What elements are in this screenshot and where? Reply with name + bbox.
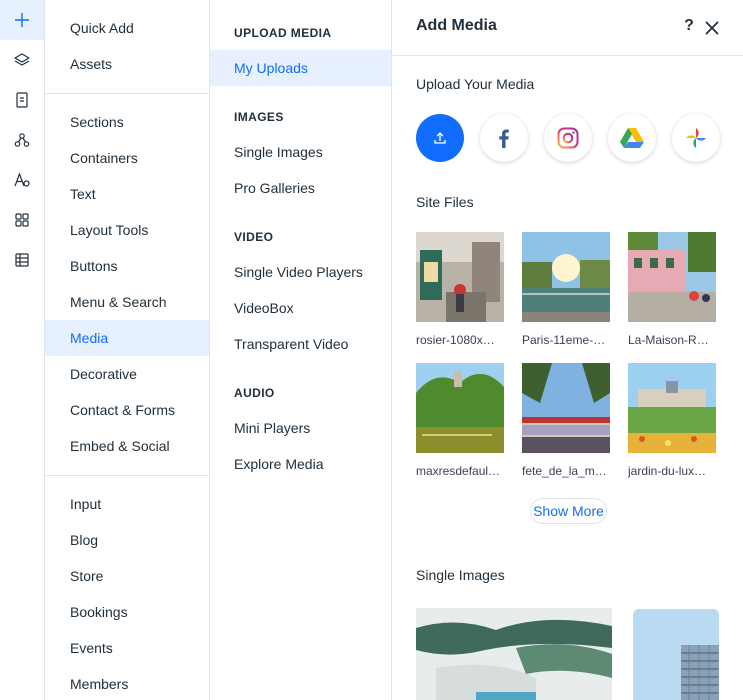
pink-house-photo xyxy=(628,232,716,322)
site-file-thumbnail[interactable] xyxy=(416,363,504,453)
subcategory-single-images[interactable]: Single Images xyxy=(210,134,391,170)
site-files-title: Site Files xyxy=(416,194,474,210)
category-buttons[interactable]: Buttons xyxy=(45,248,209,284)
category-group: Input Blog Store Bookings Events Members xyxy=(45,476,209,700)
category-decorative[interactable]: Decorative xyxy=(45,356,209,392)
upload-facebook-button[interactable] xyxy=(480,114,528,162)
category-text[interactable]: Text xyxy=(45,176,209,212)
category-store[interactable]: Store xyxy=(45,558,209,594)
site-file-thumbnail[interactable] xyxy=(628,232,716,322)
category-embed-social[interactable]: Embed & Social xyxy=(45,428,209,464)
category-members[interactable]: Members xyxy=(45,666,209,700)
layers-button[interactable] xyxy=(0,40,44,80)
close-button[interactable] xyxy=(702,18,722,38)
street-photo xyxy=(416,232,504,322)
category-media[interactable]: Media xyxy=(45,320,209,356)
category-group: Quick Add Assets xyxy=(45,0,209,94)
google-photos-icon xyxy=(686,128,706,148)
upload-instagram-button[interactable] xyxy=(544,114,592,162)
category-bookings[interactable]: Bookings xyxy=(45,594,209,630)
upload-sources xyxy=(416,114,726,164)
help-button[interactable]: ? xyxy=(681,17,697,37)
category-events[interactable]: Events xyxy=(45,630,209,666)
subcategory-my-uploads[interactable]: My Uploads xyxy=(210,50,391,86)
left-icon-rail xyxy=(0,0,45,700)
single-image-item[interactable] xyxy=(633,609,719,700)
upload-section-title: Upload Your Media xyxy=(416,76,535,92)
site-file-thumbnail[interactable] xyxy=(522,232,610,322)
close-icon xyxy=(705,21,719,35)
layers-icon xyxy=(14,53,30,66)
upload-google-drive-button[interactable] xyxy=(608,114,656,162)
subcategory-heading: UPLOAD MEDIA xyxy=(234,26,332,40)
page-icon xyxy=(16,92,28,108)
panel-title: Add Media xyxy=(416,17,497,34)
category-blog[interactable]: Blog xyxy=(45,522,209,558)
add-elements-button[interactable] xyxy=(0,0,44,40)
park-lake-photo xyxy=(416,363,504,453)
category-group: Sections Containers Text Layout Tools Bu… xyxy=(45,94,209,476)
abstract-landscape-image xyxy=(416,608,612,700)
google-drive-icon xyxy=(620,128,644,148)
apps-button[interactable] xyxy=(0,200,44,240)
category-menu-search[interactable]: Menu & Search xyxy=(45,284,209,320)
upload-icon xyxy=(434,132,446,144)
subcategory-heading: AUDIO xyxy=(234,386,275,400)
category-input[interactable]: Input xyxy=(45,486,209,522)
design-button[interactable] xyxy=(0,120,44,160)
category-layout-tools[interactable]: Layout Tools xyxy=(45,212,209,248)
show-more-button[interactable]: Show More xyxy=(530,498,607,524)
panel-header: Add Media ? xyxy=(392,0,743,56)
site-file-thumbnail[interactable] xyxy=(522,363,610,453)
site-file-name: maxresdefaul… xyxy=(416,464,501,478)
category-sections[interactable]: Sections xyxy=(45,104,209,140)
element-categories: Quick Add Assets Sections Containers Tex… xyxy=(45,0,210,700)
category-quick-add[interactable]: Quick Add xyxy=(45,10,209,46)
upload-from-computer-button[interactable] xyxy=(416,114,464,162)
theme-button[interactable] xyxy=(0,160,44,200)
upload-google-photos-button[interactable] xyxy=(672,114,720,162)
site-file-name: jardin-du-lux… xyxy=(628,464,707,478)
site-file-thumbnail[interactable] xyxy=(628,363,716,453)
single-image-item[interactable] xyxy=(416,608,612,700)
plus-icon xyxy=(15,13,29,27)
instagram-icon xyxy=(557,127,579,149)
subcategory-transparent-video[interactable]: Transparent Video xyxy=(210,326,391,362)
category-assets[interactable]: Assets xyxy=(45,46,209,82)
facebook-icon xyxy=(499,129,509,148)
add-media-panel: Add Media ? Upload Your Media Site Files… xyxy=(392,0,743,700)
building-image xyxy=(633,609,719,700)
subcategory-single-video-players[interactable]: Single Video Players xyxy=(210,254,391,290)
subcategory-heading: IMAGES xyxy=(234,110,284,124)
subcategory-heading: VIDEO xyxy=(234,230,274,244)
subcategory-videobox[interactable]: VideoBox xyxy=(210,290,391,326)
text-theme-icon xyxy=(14,172,30,187)
site-file-name: rosier-1080x… xyxy=(416,333,495,347)
table-icon xyxy=(15,253,29,267)
subcategory-explore-media[interactable]: Explore Media xyxy=(210,446,391,482)
canal-photo xyxy=(522,232,610,322)
site-file-name: Paris-11eme-… xyxy=(522,333,606,347)
subcategory-mini-players[interactable]: Mini Players xyxy=(210,410,391,446)
category-contact-forms[interactable]: Contact & Forms xyxy=(45,392,209,428)
media-subcategories: UPLOAD MEDIA My Uploads IMAGES Single Im… xyxy=(210,0,392,700)
cms-button[interactable] xyxy=(0,240,44,280)
category-containers[interactable]: Containers xyxy=(45,140,209,176)
garden-palace-photo xyxy=(628,363,716,453)
single-images-title: Single Images xyxy=(416,567,505,583)
nodes-icon xyxy=(14,133,30,147)
site-file-thumbnail[interactable] xyxy=(416,232,504,322)
pages-button[interactable] xyxy=(0,80,44,120)
site-file-name: La-Maison-R… xyxy=(628,333,709,347)
crowd-photo xyxy=(522,363,610,453)
subcategory-pro-galleries[interactable]: Pro Galleries xyxy=(210,170,391,206)
site-file-name: fete_de_la_m… xyxy=(522,464,607,478)
apps-grid-icon xyxy=(15,213,29,227)
